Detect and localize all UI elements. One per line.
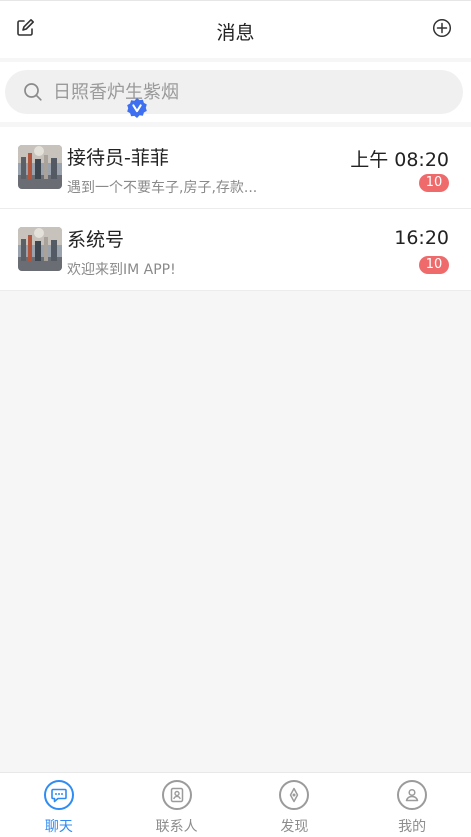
conversation-name: 接待员-菲菲 [67,147,169,169]
tab-chat[interactable]: 聊天 [0,773,118,837]
conversation-item-receptionist[interactable]: 接待员-菲菲 遇到一个不要车子,房子,存款... 上午 08:20 10 [0,127,471,209]
tab-label: 联系人 [155,819,198,835]
avatar [18,227,62,271]
search-section [0,62,471,122]
tab-label: 聊天 [44,819,73,835]
message-preview: 欢迎来到IM APP! [67,262,176,278]
chat-icon [43,780,74,810]
conversation-item-system[interactable]: 系统号 欢迎来到IM APP! 16:20 10 [0,209,471,291]
message-preview: 遇到一个不要车子,房子,存款... [67,180,258,196]
message-time: 上午 08:20 [350,149,449,171]
tab-discover[interactable]: 发现 [236,773,354,837]
search-input[interactable] [53,70,453,114]
tab-label: 发现 [280,819,309,835]
tab-label: 我的 [398,819,427,835]
profile-icon [397,780,428,810]
tab-contacts[interactable]: 联系人 [118,773,236,837]
bottom-tab-bar: 聊天 联系人 发现 我的 [0,772,471,837]
page-title: 消息 [216,22,255,44]
search-bar[interactable] [5,70,463,114]
tab-profile[interactable]: 我的 [353,773,471,837]
avatar [18,145,62,189]
contacts-icon [161,780,192,810]
unread-badge: 10 [419,174,449,192]
message-time: 16:20 [394,227,449,249]
top-nav-bar: 消息 [0,0,471,58]
search-icon [23,82,43,102]
conversation-list: 接待员-菲菲 遇到一个不要车子,房子,存款... 上午 08:20 10 系统号… [0,127,471,291]
conversation-name: 系统号 [67,229,125,251]
unread-badge: 10 [419,256,449,274]
verified-icon [126,97,148,119]
discover-icon [279,780,310,810]
add-circle-icon[interactable] [431,17,453,39]
